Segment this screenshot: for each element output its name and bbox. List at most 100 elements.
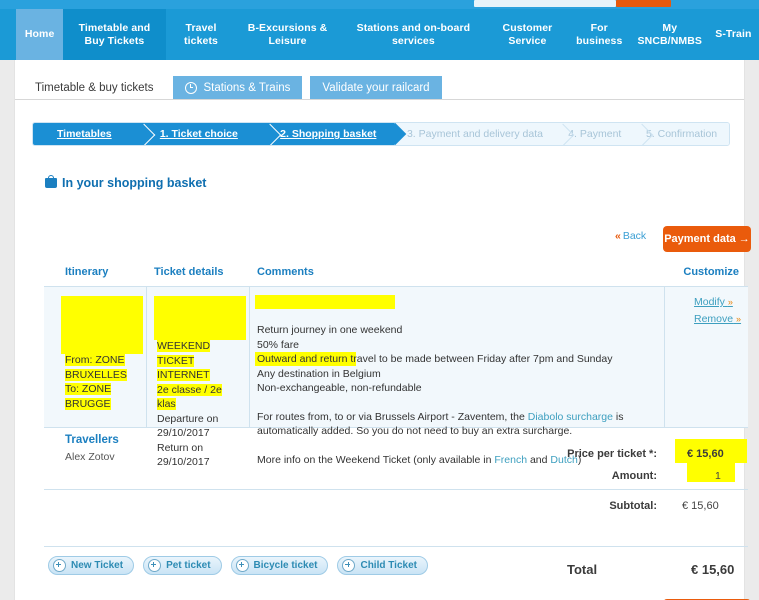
column-divider: [146, 287, 147, 428]
comment-line-2: 50% fare: [257, 338, 300, 351]
checkout-step-breadcrumb: Timetables 1. Ticket choice 2. Shopping …: [32, 122, 730, 146]
comment-line-4: Any destination in Belgium: [257, 367, 381, 380]
step-label: 3. Payment and delivery data: [406, 128, 543, 140]
moreinfo-text-b: ): [577, 453, 582, 466]
table-row: From: ZONE BRUXELLES To: ZONE BRUGGE WEE…: [44, 287, 748, 468]
step-label: 5. Confirmation: [645, 128, 718, 140]
back-label: Back: [622, 230, 647, 242]
search-input[interactable]: [474, 0, 616, 7]
nav-label: S-Train: [715, 28, 752, 40]
traveller-name: Alex Zotov: [65, 451, 115, 463]
subtotal-value: € 15,60: [682, 500, 719, 512]
nav-item-s-train[interactable]: S-Train: [708, 9, 759, 60]
nav-item-for-business[interactable]: For business: [567, 9, 632, 60]
french-link[interactable]: French: [494, 454, 527, 466]
travellers-heading: Travellers: [65, 434, 119, 446]
chevron-right-icon: »: [727, 297, 733, 307]
nav-label: Customer Service: [502, 21, 553, 47]
travellers-divider: [44, 489, 748, 490]
comment-line-1: Return journey in one weekend: [257, 324, 403, 336]
modify-link[interactable]: Modify »: [694, 295, 756, 310]
step-timetables[interactable]: Timetables: [33, 123, 136, 145]
nav-label: Home: [24, 28, 55, 40]
content-page: Timetable & buy tickets Stations & Train…: [14, 60, 751, 600]
remove-label: Remove: [694, 312, 734, 325]
bicycle-ticket-button[interactable]: Bicycle ticket: [230, 556, 329, 575]
nav-item-home[interactable]: Home: [16, 9, 64, 60]
comment-line-3: Outward and return travel to be made bet…: [257, 353, 613, 365]
basket-heading: In your shopping basket: [45, 174, 206, 190]
ticket-name-line2: INTERNET: [157, 369, 210, 381]
tab-label: Timetable & buy tickets: [35, 81, 154, 94]
modify-label: Modify: [694, 296, 725, 308]
plus-icon: [342, 559, 356, 572]
chevron-right-icon: »: [736, 313, 742, 324]
back-link-top[interactable]: «Back: [615, 230, 646, 242]
step-label: 1. Ticket choice: [159, 128, 238, 140]
tabs-divider: [15, 99, 744, 100]
nav-item-b-excursions-leisure[interactable]: B-Excursions & Leisure: [236, 9, 338, 60]
moreinfo-text-a: More info on the Weekend Ticket (only av…: [257, 453, 495, 466]
nav-label: My SNCB/NMBS: [637, 21, 703, 47]
itinerary-to-line2: BRUGGE: [65, 397, 111, 410]
pill-label: New Ticket: [71, 560, 124, 571]
comment-paragraph-moreinfo: More info on the Weekend Ticket (only av…: [257, 453, 655, 468]
tab-validate-railcard[interactable]: Validate your railcard: [310, 76, 442, 99]
total-value: € 15,60: [691, 562, 735, 577]
cell-ticket-details: WEEKEND TICKET INTERNET 2e classe / 2e k…: [154, 295, 246, 470]
itinerary-to-line1: To: ZONE: [65, 383, 112, 395]
clock-icon: [185, 81, 198, 94]
plus-icon: [235, 559, 249, 572]
main-navigation: Home Timetable and Buy Tickets Travel ti…: [0, 9, 759, 60]
cell-itinerary: From: ZONE BRUXELLES To: ZONE BRUGGE: [61, 295, 143, 411]
step-ticket-choice[interactable]: 1. Ticket choice: [135, 123, 263, 145]
comment-line-5: Non-exchangeable, non-refundable: [257, 382, 422, 394]
site-header-strip: [0, 0, 759, 9]
pill-label: Bicycle ticket: [253, 560, 318, 571]
nav-item-travel-tickets[interactable]: Travel tickets: [166, 9, 237, 60]
nav-item-my-sncb-nmbs[interactable]: My SNCB/NMBS: [632, 9, 708, 60]
sub-tab-bar: Timetable & buy tickets Stations & Train…: [23, 76, 442, 99]
tab-label: Stations & Trains: [203, 81, 291, 94]
diabolo-surcharge-link[interactable]: Diabolo surcharge: [528, 411, 613, 423]
shopping-bag-icon: [45, 174, 57, 188]
nav-label: Travel tickets: [184, 21, 218, 47]
nav-label: Timetable and Buy Tickets: [78, 21, 151, 47]
step-confirmation: 5. Confirmation: [634, 123, 729, 145]
tab-stations-trains[interactable]: Stations & Trains: [173, 76, 303, 99]
column-divider: [664, 287, 665, 428]
pill-label: Pet ticket: [166, 560, 211, 571]
column-divider: [249, 287, 250, 428]
nav-item-customer-service[interactable]: Customer Service: [488, 9, 567, 60]
basket-table-header: Itinerary Ticket details Comments Custom…: [44, 266, 748, 286]
price-per-ticket-value: € 15,60: [687, 448, 724, 460]
payment-data-button-top[interactable]: Payment data →: [663, 226, 751, 252]
departure-date: 29/10/2017: [157, 427, 210, 439]
new-ticket-button[interactable]: New Ticket: [48, 556, 135, 575]
nav-label: Stations and on-board services: [356, 21, 471, 47]
step-shopping-basket[interactable]: 2. Shopping basket: [262, 123, 395, 145]
search-button[interactable]: [616, 0, 671, 7]
dutch-link[interactable]: Dutch: [550, 454, 577, 466]
cell-customize: Modify » Remove »: [694, 295, 756, 328]
step-label: 4. Payment: [568, 128, 622, 140]
step-payment-delivery-data: 3. Payment and delivery data: [394, 123, 556, 145]
column-header-itinerary: Itinerary: [65, 266, 109, 278]
step-label: Timetables: [56, 128, 112, 140]
page-root: Home Timetable and Buy Tickets Travel ti…: [0, 0, 759, 600]
column-header-comments: Comments: [257, 266, 314, 278]
cell-comments: Return journey in one weekend 50% fare O…: [255, 295, 655, 468]
remove-link[interactable]: Remove »: [694, 312, 756, 327]
pill-label: Child Ticket: [360, 560, 417, 571]
tab-label: Validate your railcard: [322, 81, 430, 94]
child-ticket-button[interactable]: Child Ticket: [337, 556, 428, 575]
amount-value: 1: [715, 470, 721, 482]
nav-label: B-Excursions & Leisure: [247, 21, 328, 47]
itinerary-from-line2: BRUXELLES: [65, 368, 127, 381]
pet-ticket-button[interactable]: Pet ticket: [143, 556, 222, 575]
nav-item-stations-onboard-services[interactable]: Stations and on-board services: [339, 9, 488, 60]
nav-item-timetable-buy-tickets[interactable]: Timetable and Buy Tickets: [63, 9, 166, 60]
tab-timetable-buy-tickets[interactable]: Timetable & buy tickets: [23, 76, 166, 99]
departure-label: Departure on: [157, 412, 219, 425]
column-header-ticket-details: Ticket details: [154, 266, 224, 278]
